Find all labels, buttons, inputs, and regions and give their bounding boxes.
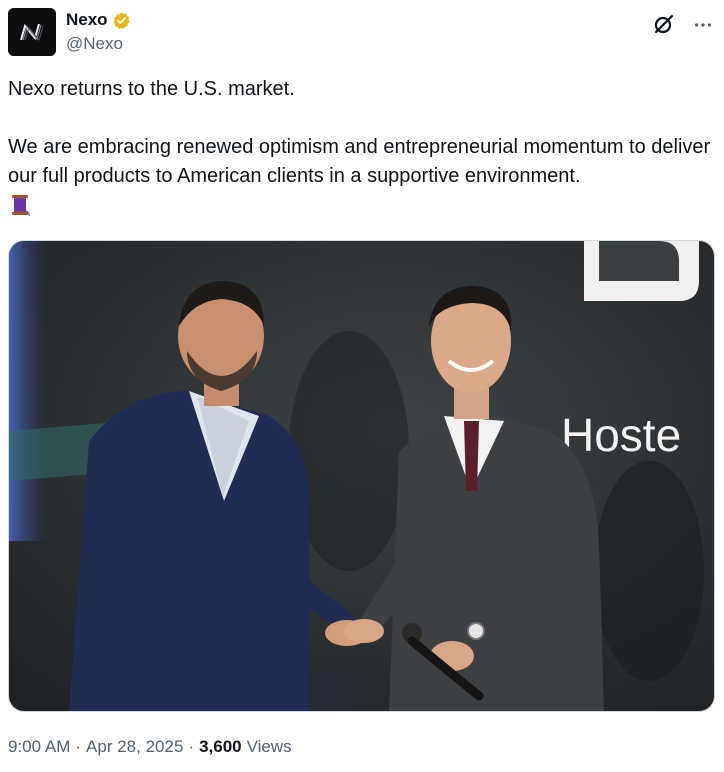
grok-icon[interactable] bbox=[652, 12, 676, 36]
views-count: 3,600 bbox=[199, 737, 242, 756]
stage-backdrop-text: Hoste bbox=[561, 409, 681, 461]
tweet-header: Nexo @Nexo bbox=[8, 8, 716, 60]
tweet-time[interactable]: 9:00 AM bbox=[8, 737, 70, 757]
nexo-logo-icon[interactable] bbox=[8, 8, 56, 56]
thread-spool-emoji-icon bbox=[8, 193, 32, 226]
verified-badge-icon bbox=[113, 11, 130, 29]
tweet-date[interactable]: Apr 28, 2025 bbox=[86, 737, 183, 757]
meta-separator: · bbox=[188, 737, 195, 756]
author-name-row: Nexo bbox=[66, 10, 131, 30]
views-label: Views bbox=[246, 737, 292, 756]
more-options-icon[interactable] bbox=[692, 14, 714, 36]
tweet-line-2: We are embracing renewed optimism and en… bbox=[8, 136, 711, 187]
tweet-photo[interactable]: Hoste bbox=[8, 240, 715, 712]
tweet-text: Nexo returns to the U.S. market. We are … bbox=[8, 75, 716, 226]
tweet-meta: 9:00 AM · Apr 28, 2025 · 3,600 Views bbox=[8, 737, 292, 757]
tweet-line-1: Nexo returns to the U.S. market. bbox=[8, 78, 295, 100]
author-handle[interactable]: @Nexo bbox=[66, 34, 123, 54]
meta-separator: · bbox=[75, 737, 82, 756]
author-display-name[interactable]: Nexo bbox=[66, 10, 108, 30]
